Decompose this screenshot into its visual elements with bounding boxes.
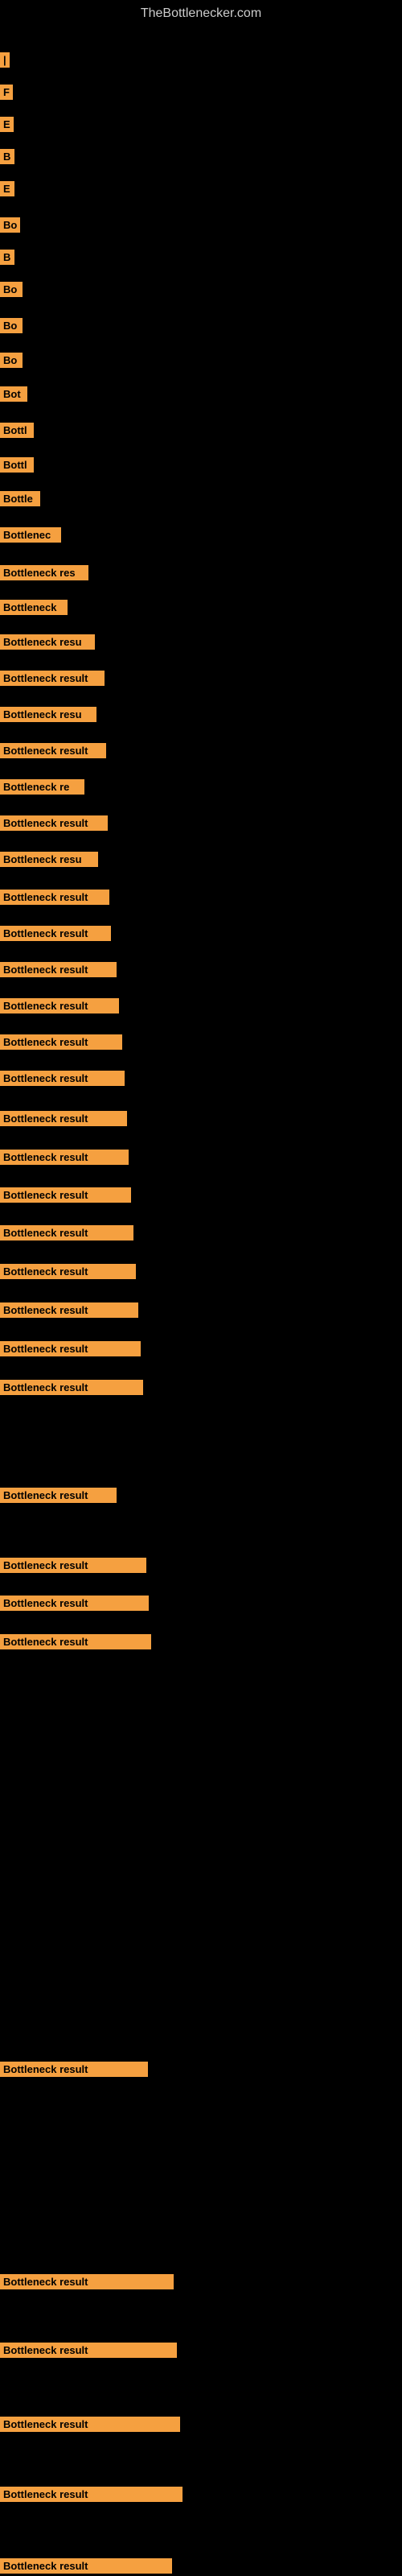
bar-row: Bottleneck result bbox=[0, 2417, 402, 2432]
bar-row: Bottl bbox=[0, 457, 402, 473]
bar-label: Bo bbox=[0, 318, 23, 333]
bar-row: F bbox=[0, 85, 402, 100]
bar-row: Bottleneck result bbox=[0, 2274, 402, 2289]
bar-label: Bottleneck result bbox=[0, 1071, 125, 1086]
bar-row: Bo bbox=[0, 217, 402, 233]
bar-label: Bottl bbox=[0, 423, 34, 438]
bar-label: Bo bbox=[0, 353, 23, 368]
bar-row: Bottleneck result bbox=[0, 1380, 402, 1395]
bar-label: Bottleneck re bbox=[0, 779, 84, 795]
bar-row: Bottleneck result bbox=[0, 998, 402, 1013]
bar-row: Bottleneck result bbox=[0, 815, 402, 831]
bar-row: Bottleneck result bbox=[0, 1150, 402, 1165]
bar-label: Bottleneck result bbox=[0, 1488, 117, 1503]
bar-label: F bbox=[0, 85, 13, 100]
bar-label: Bottleneck result bbox=[0, 2417, 180, 2432]
bar-label: Bottleneck result bbox=[0, 1150, 129, 1165]
bar-label: Bottleneck result bbox=[0, 743, 106, 758]
bar-row: Bottleneck result bbox=[0, 1341, 402, 1356]
bar-label: Bottleneck result bbox=[0, 2062, 148, 2077]
bar-label: Bottl bbox=[0, 457, 34, 473]
bar-label: Bottleneck result bbox=[0, 1634, 151, 1649]
bar-label: Bottleneck result bbox=[0, 1111, 127, 1126]
bar-label: Bottleneck result bbox=[0, 998, 119, 1013]
bar-label: Bottleneck result bbox=[0, 1596, 149, 1611]
bar-row: Bottleneck res bbox=[0, 565, 402, 580]
bar-row: Bo bbox=[0, 282, 402, 297]
bar-label: E bbox=[0, 117, 14, 132]
bar-label: Bottleneck result bbox=[0, 890, 109, 905]
bar-row: | bbox=[0, 52, 402, 68]
bar-row: Bo bbox=[0, 318, 402, 333]
bar-label: Bottleneck resu bbox=[0, 634, 95, 650]
bar-row: Bottleneck result bbox=[0, 1264, 402, 1279]
bar-row: Bottleneck resu bbox=[0, 707, 402, 722]
bar-row: Bottleneck result bbox=[0, 1111, 402, 1126]
bar-row: Bottleneck bbox=[0, 600, 402, 615]
bar-label: Bottleneck result bbox=[0, 2558, 172, 2574]
bar-label: Bottleneck result bbox=[0, 1264, 136, 1279]
bar-row: Bottleneck result bbox=[0, 671, 402, 686]
bar-label: Bottleneck result bbox=[0, 1225, 133, 1241]
bar-label: Bottle bbox=[0, 491, 40, 506]
bar-row: Bottleneck result bbox=[0, 1596, 402, 1611]
bar-label: Bottleneck result bbox=[0, 2343, 177, 2358]
bar-row: Bottleneck result bbox=[0, 1225, 402, 1241]
bar-row: Bottleneck result bbox=[0, 1187, 402, 1203]
bar-label: Bottleneck result bbox=[0, 1187, 131, 1203]
bar-row: Bottleneck result bbox=[0, 1071, 402, 1086]
bar-row: Bottleneck result bbox=[0, 1634, 402, 1649]
bar-label: Bot bbox=[0, 386, 27, 402]
site-title: TheBottlenecker.com bbox=[0, 0, 402, 27]
bar-row: Bottleneck re bbox=[0, 779, 402, 795]
bar-label: Bottleneck result bbox=[0, 2487, 183, 2502]
bar-label: Bottleneck result bbox=[0, 1302, 138, 1318]
bar-label: Bottleneck result bbox=[0, 671, 105, 686]
bar-row: Bottleneck result bbox=[0, 926, 402, 941]
bar-row: Bottleneck result bbox=[0, 2558, 402, 2574]
bar-row: Bottle bbox=[0, 491, 402, 506]
bar-label: Bottleneck resu bbox=[0, 852, 98, 867]
bar-label: Bo bbox=[0, 282, 23, 297]
bar-label: E bbox=[0, 181, 14, 196]
bar-label: Bottleneck result bbox=[0, 1341, 141, 1356]
bar-row: E bbox=[0, 181, 402, 196]
bar-row: Bottleneck result bbox=[0, 962, 402, 977]
bar-label: Bottleneck result bbox=[0, 926, 111, 941]
bar-row: Bottleneck result bbox=[0, 2487, 402, 2502]
bar-row: Bottleneck result bbox=[0, 2062, 402, 2077]
bar-label: Bottleneck result bbox=[0, 1558, 146, 1573]
bar-row: Bo bbox=[0, 353, 402, 368]
bar-row: Bottleneck result bbox=[0, 890, 402, 905]
bar-label: | bbox=[0, 52, 10, 68]
bar-label: Bottleneck result bbox=[0, 1034, 122, 1050]
bar-row: Bottl bbox=[0, 423, 402, 438]
bar-row: B bbox=[0, 149, 402, 164]
bar-label: B bbox=[0, 149, 14, 164]
bar-label: Bottleneck result bbox=[0, 2274, 174, 2289]
bar-row: Bottleneck resu bbox=[0, 634, 402, 650]
bar-label: Bottleneck result bbox=[0, 962, 117, 977]
bar-row: Bottleneck result bbox=[0, 1302, 402, 1318]
bar-row: Bottleneck result bbox=[0, 743, 402, 758]
bar-row: Bottleneck result bbox=[0, 2343, 402, 2358]
bar-label: Bottleneck bbox=[0, 600, 68, 615]
bar-label: Bottleneck resu bbox=[0, 707, 96, 722]
bar-row: Bottleneck result bbox=[0, 1034, 402, 1050]
bar-label: Bottleneck result bbox=[0, 815, 108, 831]
bar-row: E bbox=[0, 117, 402, 132]
bar-label: B bbox=[0, 250, 14, 265]
bar-label: Bottlenec bbox=[0, 527, 61, 543]
bar-row: Bottleneck result bbox=[0, 1558, 402, 1573]
bar-row: Bot bbox=[0, 386, 402, 402]
bar-label: Bottleneck res bbox=[0, 565, 88, 580]
bar-label: Bo bbox=[0, 217, 20, 233]
bar-row: B bbox=[0, 250, 402, 265]
bar-row: Bottleneck resu bbox=[0, 852, 402, 867]
bar-label: Bottleneck result bbox=[0, 1380, 143, 1395]
bar-row: Bottleneck result bbox=[0, 1488, 402, 1503]
bar-row: Bottlenec bbox=[0, 527, 402, 543]
